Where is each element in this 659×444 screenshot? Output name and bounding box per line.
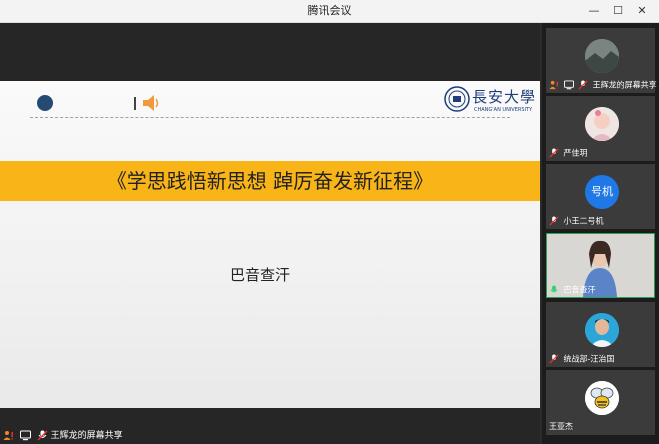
person-warning-icon <box>549 80 558 89</box>
landscape-photo-icon <box>585 39 619 73</box>
participant-name: 王辉龙的屏幕共享 <box>549 79 657 91</box>
participant-tile[interactable]: 严佳玥 <box>546 96 655 161</box>
cursor-bar-icon <box>134 97 136 110</box>
avatar <box>585 39 619 73</box>
participant-tile[interactable]: 统战部-汪治国 <box>546 302 655 367</box>
participant-name: 王亚杰 <box>549 422 573 431</box>
close-button[interactable]: ✕ <box>634 3 650 19</box>
avatar <box>585 107 619 141</box>
man-photo-icon <box>585 313 619 347</box>
child-photo-icon <box>585 107 619 141</box>
mic-muted-icon <box>549 215 559 226</box>
logo-text-en: CHANG'AN UNIVERSITY <box>474 107 533 113</box>
participant-tile[interactable]: 王辉龙的屏幕共享 <box>546 28 657 93</box>
mic-active-icon <box>550 284 558 292</box>
participant-panel: 王辉龙的屏幕共享 严佳玥 号机 小王二号机 巴音查汗 统战部-汪治国 王亚杰 <box>542 23 659 444</box>
window-title: 腾讯会议 <box>307 4 352 17</box>
avatar <box>585 313 619 347</box>
speaker-icon <box>143 95 159 111</box>
participant-name: 统战部-汪治国 <box>549 353 614 365</box>
avatar <box>585 381 619 415</box>
share-status: 王辉龙的屏幕共享 <box>0 428 123 444</box>
title-bar: 腾讯会议 — ☐ ✕ <box>0 0 659 23</box>
slide-title: 《学思践悟新思想 踔厉奋发新征程》 <box>106 169 434 193</box>
screen-share-icon <box>19 430 31 441</box>
mic-muted-icon <box>578 79 588 90</box>
university-logo: 長安大學 CHANG'AN UNIVERSITY <box>444 84 537 118</box>
university-seal-icon <box>444 86 470 112</box>
participant-name: 严佳玥 <box>549 147 588 159</box>
presenter-name: 巴音查汗 <box>229 266 290 284</box>
share-label: 王辉龙的屏幕共享 <box>50 431 123 441</box>
participant-name: 巴音查汗 <box>549 284 596 296</box>
mic-muted-icon <box>549 353 559 364</box>
minimize-button[interactable]: — <box>586 3 602 19</box>
title-banner: 《学思践悟新思想 踔厉奋发新征程》 <box>0 161 540 201</box>
participant-tile[interactable]: 号机 小王二号机 <box>546 164 655 229</box>
screen-share-icon <box>563 79 574 89</box>
person-warning-icon <box>3 431 13 440</box>
mic-muted-icon <box>37 430 48 441</box>
maximize-button[interactable]: ☐ <box>610 3 626 19</box>
bullet-dot-icon <box>37 95 53 111</box>
logo-text-cn: 長安大學 <box>472 88 537 106</box>
shared-screen[interactable]: 長安大學 CHANG'AN UNIVERSITY 《学思践悟新思想 踔厉奋发新征… <box>0 23 540 444</box>
presentation-slide: 長安大學 CHANG'AN UNIVERSITY 《学思践悟新思想 踔厉奋发新征… <box>0 81 540 408</box>
mic-muted-icon <box>549 147 559 158</box>
participant-name: 小王二号机 <box>549 215 604 227</box>
bee-icon <box>585 381 619 415</box>
participant-tile[interactable]: 王亚杰 <box>546 370 655 435</box>
dashed-divider <box>30 117 510 118</box>
avatar: 号机 <box>585 175 619 209</box>
participant-tile-active[interactable]: 巴音查汗 <box>546 233 655 298</box>
